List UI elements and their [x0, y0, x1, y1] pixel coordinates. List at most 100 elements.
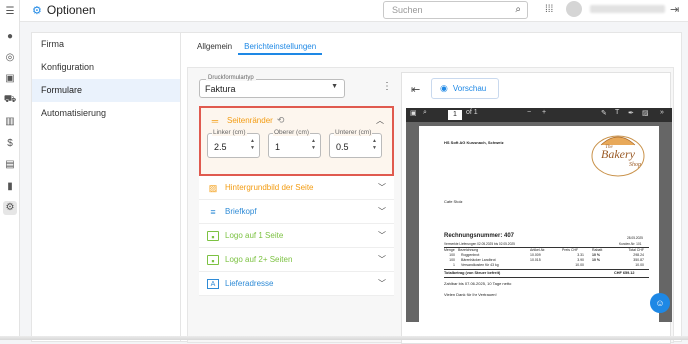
username-blurred — [590, 5, 665, 13]
text-icon[interactable]: T — [615, 109, 619, 116]
chevron-down-icon[interactable]: ﹀ — [378, 278, 386, 289]
person-icon[interactable]: ● — [3, 30, 17, 44]
page-title-text: Optionen — [46, 3, 96, 17]
chart-icon[interactable]: ▮ — [3, 180, 17, 194]
stepper-icon[interactable]: ▲ ▼ — [372, 138, 377, 152]
margin-fields: Linker (cm) 2.5 ▲ ▼ Oberer (cm) 1 ▲ ▼ Unte… — [201, 129, 392, 158]
chevron-up-icon[interactable]: ︿ — [376, 115, 384, 126]
search-icon[interactable]: ⌕ — [423, 109, 427, 117]
section-background[interactable]: ▨ Hintergrundbild der Seite ﹀ — [199, 176, 394, 200]
history-icon[interactable]: ⟲ — [277, 115, 285, 126]
left-margin-field[interactable]: Linker (cm) 2.5 ▲ ▼ — [207, 129, 260, 158]
divider — [444, 277, 649, 278]
preview-panel: ⇤ ◉ Vorschau ▣ ⌕ 1 of 1 − + ✎ T ✒ ▨ » HS — [401, 72, 672, 344]
section-logo-first-page[interactable]: ▪ Logo auf 1 Seite ﹀ — [199, 224, 394, 248]
image-icon[interactable]: ▨ — [642, 109, 649, 117]
field-label: Unterer (cm) — [334, 129, 373, 136]
letterhead-icon: ≡ — [210, 206, 216, 217]
field-value: 0.5 — [336, 142, 349, 152]
pdf-viewer[interactable]: HS Soft AG Kussnach, Schweiz Bakery Shop… — [406, 122, 672, 322]
target-icon[interactable]: ◎ — [3, 51, 17, 65]
address-icon: A — [207, 278, 219, 289]
customer-number: Kunden-Nr: 101 — [619, 242, 642, 246]
chevron-down-icon[interactable]: ﹀ — [378, 206, 386, 217]
form-type-label: Druckformulartyp — [206, 75, 256, 81]
section-title: Lieferadresse — [225, 279, 274, 288]
divider — [444, 269, 649, 270]
sidenav-item-automatisierung[interactable]: Automatisierung — [32, 102, 180, 125]
chat-bot-icon[interactable]: ☺ — [650, 293, 670, 313]
collapse-arrow-icon[interactable]: ⇤ — [411, 83, 420, 96]
pdf-page: HS Soft AG Kussnach, Schweiz Bakery Shop… — [419, 126, 659, 322]
chevron-down-icon[interactable]: ﹀ — [378, 230, 386, 241]
pdf-toolbar: ▣ ⌕ 1 of 1 − + ✎ T ✒ ▨ » — [406, 108, 672, 122]
content-panel: Allgemein Berichteinstellungen Druckform… — [181, 32, 682, 344]
thanks-note: Vielen Dank für Ihr Vertrauen! — [444, 292, 497, 297]
page-count: of 1 — [466, 109, 478, 116]
logout-icon[interactable]: ⇥ — [670, 3, 679, 16]
table-row: 1 Versandkosten für 43 kg 10.00 10.00 — [453, 263, 644, 267]
apps-grid-icon[interactable]: ⁞⁞⁞ — [545, 4, 553, 15]
preview-button[interactable]: ◉ Vorschau — [431, 78, 499, 99]
search-input[interactable]: Suchen ⌕ — [383, 1, 528, 19]
bottom-edge — [0, 336, 688, 340]
tab-berichteinstellungen[interactable]: Berichteinstellungen — [238, 38, 323, 55]
factory-icon[interactable]: ▥ — [3, 115, 17, 129]
clipboard-icon[interactable]: ▤ — [3, 158, 17, 172]
section-title: Logo auf 1 Seite — [225, 231, 284, 240]
preview-button-label: Vorschau — [452, 84, 487, 93]
invoice-title: Rechnungsnummer: 407 — [444, 233, 515, 239]
recipient: Cafe Stolz — [444, 199, 463, 204]
bakery-logo: Bakery Shop The — [591, 135, 645, 177]
caret-down-icon: ▼ — [331, 83, 338, 90]
gear-icon[interactable]: ⚙ — [3, 201, 17, 215]
image-icon: ▨ — [208, 182, 218, 193]
form-type-value: Faktura — [205, 84, 236, 94]
total-label: Totalbetrag (von Steuer befreit) — [444, 271, 501, 275]
logo-bottom: Shop — [629, 162, 641, 168]
more-icon[interactable]: » — [660, 109, 664, 116]
company-address: HS Soft AG Kussnach, Schweiz — [444, 140, 504, 145]
sidenav-item-formulare[interactable]: Formulare — [32, 79, 180, 102]
more-options-icon[interactable]: ⋮ — [382, 81, 392, 92]
stepper-icon[interactable]: ▲ ▼ — [311, 138, 316, 152]
menu-icon[interactable]: ☰ — [3, 5, 17, 19]
section-margins: ═ Seitenränder ⟲ ︿ Linker (cm) 2.5 ▲ ▼ Ob… — [199, 106, 394, 176]
section-title: Logo auf 2+ Seiten — [225, 255, 293, 264]
page-number-input[interactable]: 1 — [448, 110, 462, 120]
form-type-select[interactable]: Druckformulartyp Faktura ▼ — [199, 75, 345, 98]
tab-bar: Allgemein Berichteinstellungen — [191, 38, 323, 55]
top-margin-field[interactable]: Oberer (cm) 1 ▲ ▼ — [268, 129, 321, 158]
sidenav-item-konfiguration[interactable]: Konfiguration — [32, 56, 180, 79]
settings-sidenav: Firma Konfiguration Formulare Automatisi… — [31, 32, 181, 342]
stepper-icon[interactable]: ▲ ▼ — [250, 138, 255, 152]
cart-icon[interactable]: ⛟ — [3, 93, 17, 107]
logo-top: The — [605, 145, 613, 150]
section-letterhead[interactable]: ≡ Briefkopf ﹀ — [199, 200, 394, 224]
zoom-in-icon[interactable]: + — [542, 109, 546, 116]
report-settings-area: Druckformulartyp Faktura ▼ ⋮ ═ Seitenrän… — [187, 67, 674, 344]
chevron-down-icon[interactable]: ﹀ — [378, 182, 386, 193]
section-delivery-address[interactable]: A Lieferadresse ﹀ — [199, 272, 394, 296]
bottom-margin-field[interactable]: Unterer (cm) 0.5 ▲ ▼ — [329, 129, 382, 158]
dollar-icon[interactable]: $ — [3, 137, 17, 151]
payment-terms: Zahlbar bis 07.06.2025, 10 Tage netto — [444, 281, 512, 286]
sidebar-toggle-icon[interactable]: ▣ — [410, 109, 417, 117]
field-value: 2.5 — [214, 142, 227, 152]
logo-icon: ▪ — [207, 230, 219, 242]
draw-icon[interactable]: ✎ — [601, 109, 607, 117]
briefcase-icon[interactable]: ▣ — [3, 72, 17, 86]
search-icon[interactable]: ⌕ — [515, 4, 521, 15]
sidenav-item-firma[interactable]: Firma — [32, 33, 180, 56]
tab-allgemein[interactable]: Allgemein — [191, 38, 238, 55]
field-value: 1 — [275, 142, 281, 152]
chevron-down-icon[interactable]: ﹀ — [378, 254, 386, 265]
sign-icon[interactable]: ✒ — [628, 109, 634, 117]
avatar[interactable] — [566, 1, 582, 17]
field-label: Linker (cm) — [212, 129, 247, 136]
eye-icon: ◉ — [440, 83, 448, 93]
top-bar: ⚙ Optionen Suchen ⌕ ⁞⁞⁞ ⇥ — [20, 0, 688, 22]
zoom-out-icon[interactable]: − — [527, 109, 531, 116]
icon-rail: ☰ ● ◎ ▣ ⛟ ▥ $ ▤ ▮ ⚙ — [0, 0, 20, 340]
section-logo-other-pages[interactable]: ▪ Logo auf 2+ Seiten ﹀ — [199, 248, 394, 272]
